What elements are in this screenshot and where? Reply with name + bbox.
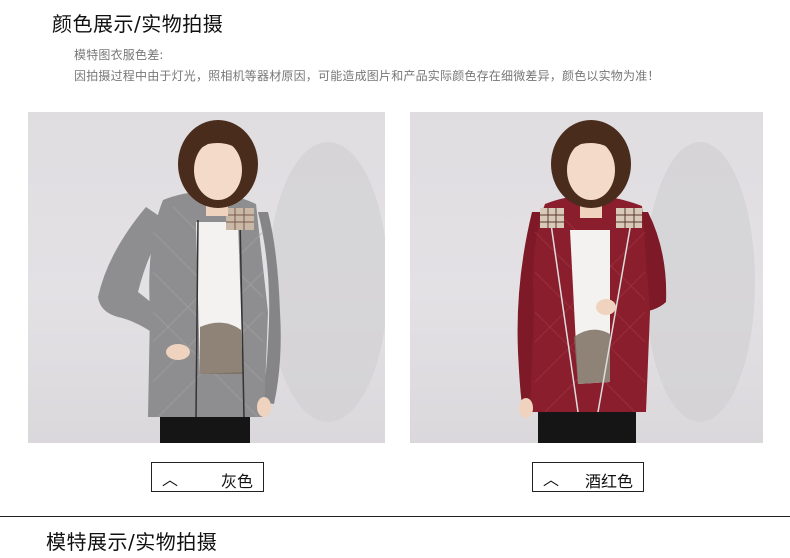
section-title-color-display: 颜色展示/实物拍摄 [52, 12, 224, 36]
section-title-model-display: 模特展示/实物拍摄 [46, 530, 218, 554]
color-difference-note-body: 因拍摄过程中由于灯光，照相机等器材原因，可能造成图片和产品实际颜色存在细微差异，… [74, 69, 660, 83]
color-label-wine-red: 酒红色 [584, 472, 633, 491]
product-photo-gray [28, 112, 385, 443]
color-label-gray: 灰色 [220, 472, 253, 491]
color-caption-wine-red: ︿ 酒红色 [532, 462, 644, 492]
caret-up-icon: ︿ [543, 470, 560, 489]
product-photo-wine-red [410, 112, 763, 443]
color-caption-gray: ︿ 灰色 [151, 462, 264, 492]
color-difference-note-heading: 模特图衣服色差: [74, 48, 164, 62]
caret-up-icon: ︿ [162, 470, 179, 489]
model-illustration-gray [98, 120, 385, 443]
section-divider [0, 516, 790, 517]
model-illustration-wine-red [517, 120, 755, 443]
